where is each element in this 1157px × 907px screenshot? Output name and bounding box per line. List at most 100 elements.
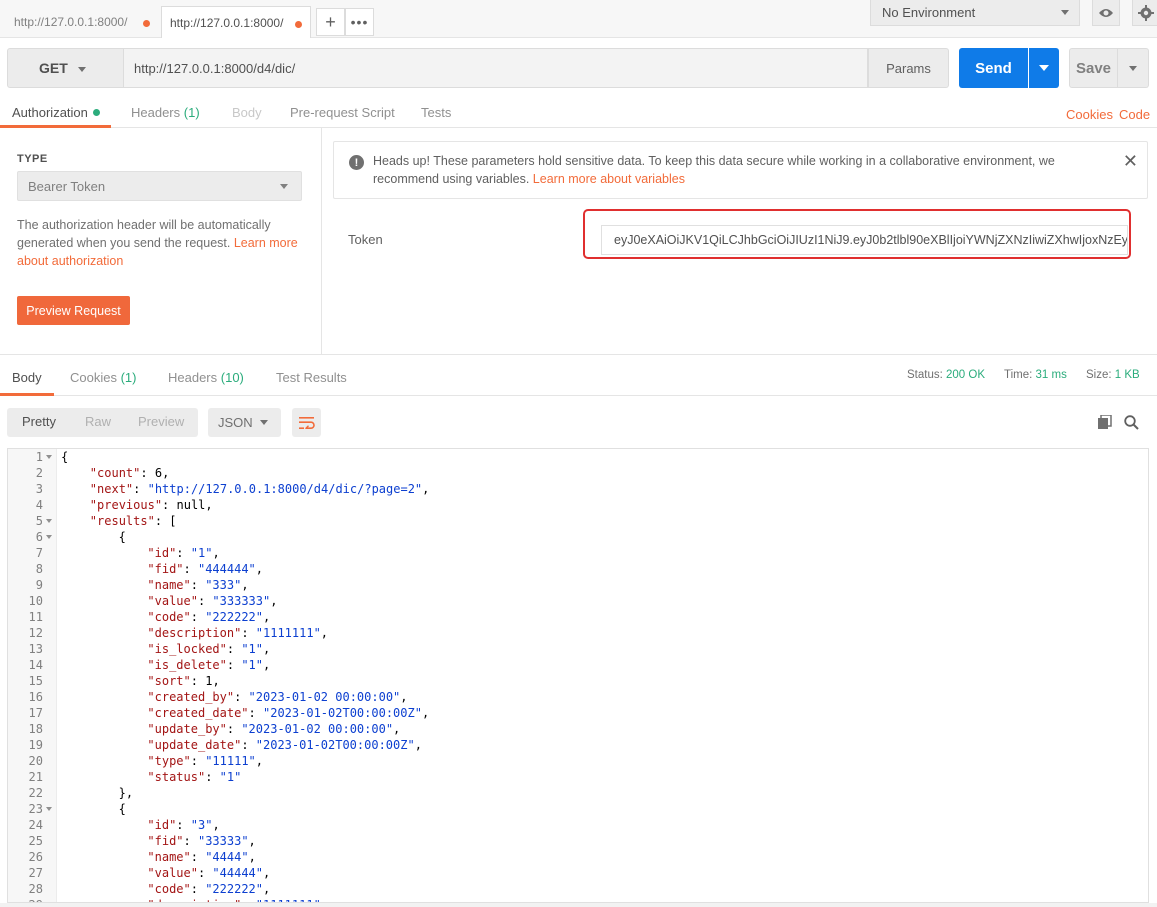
json-string: "1" xyxy=(241,658,264,672)
tab-headers[interactable]: Headers (1) xyxy=(131,105,200,120)
environment-select[interactable]: No Environment xyxy=(870,0,1080,26)
json-token: }, xyxy=(118,786,134,800)
code-text: { xyxy=(61,449,68,465)
environment-quick-look-button[interactable] xyxy=(1092,0,1120,26)
line-number: 16 xyxy=(28,690,43,704)
method-select[interactable]: GET xyxy=(7,48,124,88)
json-string: "333333" xyxy=(212,594,271,608)
plus-icon: + xyxy=(325,11,336,32)
code-text: "type": "11111", xyxy=(147,753,263,769)
response-tab-body[interactable]: Body xyxy=(12,370,42,385)
json-token: : xyxy=(190,578,206,592)
copy-icon[interactable] xyxy=(1098,415,1112,429)
json-token: : xyxy=(133,482,148,496)
chevron-down-icon xyxy=(78,67,86,72)
token-input[interactable]: eyJ0eXAiOiJKV1QiLCJhbGciOiJIUzI1NiJ9.eyJ… xyxy=(601,225,1128,255)
code-text: "update_date": "2023-01-02T00:00:00Z", xyxy=(147,737,422,753)
preview-request-button[interactable]: Preview Request xyxy=(17,296,130,325)
wrap-lines-button[interactable] xyxy=(292,408,321,437)
json-token: : xyxy=(190,674,206,688)
language-select[interactable]: JSON xyxy=(208,408,281,437)
code-line: 20 "type": "11111", xyxy=(8,753,1148,769)
json-token: : xyxy=(241,626,256,640)
tab-body[interactable]: Body xyxy=(232,105,262,120)
json-key: "id" xyxy=(147,818,177,832)
send-button[interactable]: Send xyxy=(959,48,1028,88)
status-value: 200 OK xyxy=(946,369,986,381)
json-string: "2023-01-02 00:00:00" xyxy=(241,722,394,736)
learn-more-variables-link[interactable]: Learn more about variables xyxy=(533,172,685,186)
save-button[interactable]: Save xyxy=(1069,48,1118,88)
status-readout: Status: 200 OK xyxy=(907,369,985,381)
size-label: Size: xyxy=(1086,369,1112,381)
json-token: , xyxy=(162,466,170,480)
line-number: 18 xyxy=(28,722,43,736)
auth-help-body: The authorization header will be automat… xyxy=(17,218,271,250)
wrap-icon xyxy=(299,417,315,429)
json-token: , xyxy=(263,610,271,624)
response-tab-headers[interactable]: Headers (10) xyxy=(168,370,244,385)
new-tab-button[interactable]: + xyxy=(316,8,345,36)
settings-button[interactable] xyxy=(1132,0,1157,26)
auth-type-value: Bearer Token xyxy=(28,178,106,194)
json-key: "update_by" xyxy=(147,722,227,736)
token-label: Token xyxy=(348,232,383,247)
params-button[interactable]: Params xyxy=(868,48,949,88)
json-key: "created_by" xyxy=(147,690,235,704)
fold-toggle-icon[interactable] xyxy=(46,807,52,811)
request-tab-label: http://127.0.0.1:8000/ xyxy=(170,15,284,30)
tab-authorization[interactable]: Authorization xyxy=(12,105,100,120)
line-number: 4 xyxy=(35,498,43,512)
fold-toggle-icon[interactable] xyxy=(46,519,52,523)
fold-toggle-icon[interactable] xyxy=(46,455,52,459)
json-token: { xyxy=(61,450,69,464)
raw-button[interactable]: Raw xyxy=(85,414,111,429)
tab-prerequest-script[interactable]: Pre-request Script xyxy=(290,105,395,120)
code-line: 13 "is_locked": "1", xyxy=(8,641,1148,657)
json-string: "222222" xyxy=(205,882,263,896)
time-readout: Time: 31 ms xyxy=(1004,369,1067,381)
json-key: "code" xyxy=(147,610,191,624)
search-icon[interactable] xyxy=(1124,415,1139,430)
code-text: "name": "4444", xyxy=(147,849,255,865)
tab-options-button[interactable]: ••• xyxy=(345,8,374,36)
line-number: 19 xyxy=(28,738,43,752)
close-icon[interactable]: ✕ xyxy=(1123,152,1138,170)
type-label: TYPE xyxy=(17,153,48,165)
code-line: 19 "update_date": "2023-01-02T00:00:00Z", xyxy=(8,737,1148,753)
json-key: "description" xyxy=(147,626,242,640)
json-token: null xyxy=(176,498,206,512)
cookies-count: (1) xyxy=(120,370,137,385)
code-link[interactable]: Code xyxy=(1119,107,1150,122)
request-tab[interactable]: http://127.0.0.1:8000/ xyxy=(6,6,158,38)
request-tab-active[interactable]: http://127.0.0.1:8000/ xyxy=(161,6,311,38)
request-tab-label: http://127.0.0.1:8000/ xyxy=(14,15,128,29)
response-body-viewer[interactable]: 1{2 "count": 6, 3 "next": "http://127.0.0.1… xyxy=(7,448,1149,903)
tab-tests[interactable]: Tests xyxy=(421,105,451,120)
response-tab-cookies[interactable]: Cookies (1) xyxy=(70,370,136,385)
preview-button[interactable]: Preview xyxy=(138,414,184,429)
json-key: "results" xyxy=(89,514,155,528)
fold-toggle-icon[interactable] xyxy=(46,535,52,539)
save-options-button[interactable] xyxy=(1118,48,1149,88)
cookies-link[interactable]: Cookies xyxy=(1066,107,1113,122)
json-token: { xyxy=(118,530,126,544)
code-text: "id": "1", xyxy=(147,545,219,561)
json-token: , xyxy=(212,546,220,560)
code-line: 5 "results": [ xyxy=(8,513,1148,529)
headers-count: (1) xyxy=(183,105,200,120)
alert-body: Heads up! These parameters hold sensitiv… xyxy=(373,154,1055,186)
json-key: "sort" xyxy=(147,674,191,688)
tab-label: Authorization xyxy=(12,105,88,120)
pretty-button[interactable]: Pretty xyxy=(22,414,56,429)
json-token: , xyxy=(270,594,278,608)
url-input[interactable]: http://127.0.0.1:8000/d4/dic/ xyxy=(124,48,868,88)
json-token: : xyxy=(162,498,177,512)
response-tab-test-results[interactable]: Test Results xyxy=(276,370,347,385)
send-options-button[interactable] xyxy=(1029,48,1059,88)
json-token: , xyxy=(320,626,329,640)
auth-type-select[interactable]: Bearer Token xyxy=(17,171,302,201)
code-text: "is_locked": "1", xyxy=(147,641,270,657)
time-label: Time: xyxy=(1004,369,1033,381)
json-string: "2023-01-02T00:00:00Z" xyxy=(255,738,415,752)
